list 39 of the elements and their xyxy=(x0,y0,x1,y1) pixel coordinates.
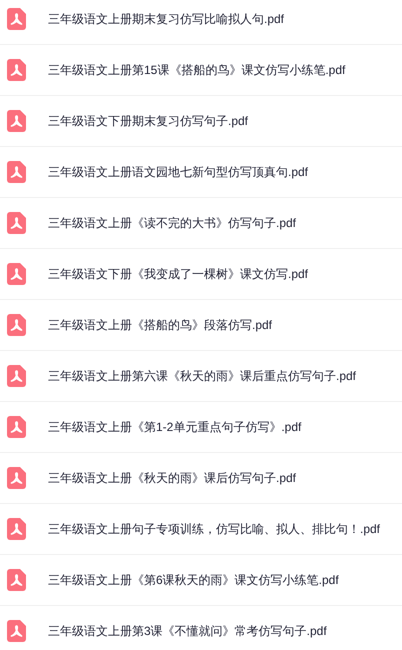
file-name: 三年级语文上册《第6课秋天的雨》课文仿写小练笔.pdf xyxy=(48,572,339,589)
pdf-file-icon xyxy=(7,212,26,234)
pdf-file-icon xyxy=(7,569,26,591)
file-row[interactable]: 三年级语文上册第15课《搭船的鸟》课文仿写小练笔.pdf xyxy=(0,45,402,96)
pdf-file-icon xyxy=(7,314,26,336)
pdf-file-icon xyxy=(7,518,26,540)
file-name: 三年级语文下册期末复习仿写句子.pdf xyxy=(48,113,248,130)
file-name: 三年级语文下册《我变成了一棵树》课文仿写.pdf xyxy=(48,266,308,283)
file-row[interactable]: 三年级语文上册期末复习仿写比喻拟人句.pdf xyxy=(0,0,402,45)
pdf-file-icon xyxy=(7,263,26,285)
file-row[interactable]: 三年级语文上册第六课《秋天的雨》课后重点仿写句子.pdf xyxy=(0,351,402,402)
file-row[interactable]: 三年级语文上册语文园地七新句型仿写顶真句.pdf xyxy=(0,147,402,198)
pdf-file-icon xyxy=(7,110,26,132)
pdf-file-icon xyxy=(7,467,26,489)
pdf-file-icon xyxy=(7,59,26,81)
pdf-file-icon xyxy=(7,365,26,387)
file-row[interactable]: 三年级语文上册《秋天的雨》课后仿写句子.pdf xyxy=(0,453,402,504)
file-row[interactable]: 三年级语文上册《搭船的鸟》段落仿写.pdf xyxy=(0,300,402,351)
pdf-file-icon xyxy=(7,416,26,438)
file-row[interactable]: 三年级语文上册《读不完的大书》仿写句子.pdf xyxy=(0,198,402,249)
pdf-file-icon xyxy=(7,161,26,183)
file-name: 三年级语文上册第15课《搭船的鸟》课文仿写小练笔.pdf xyxy=(48,62,346,79)
file-name: 三年级语文上册第六课《秋天的雨》课后重点仿写句子.pdf xyxy=(48,368,356,385)
file-name: 三年级语文上册语文园地七新句型仿写顶真句.pdf xyxy=(48,164,308,181)
file-name: 三年级语文上册《读不完的大书》仿写句子.pdf xyxy=(48,215,296,232)
file-row[interactable]: 三年级语文下册《我变成了一棵树》课文仿写.pdf xyxy=(0,249,402,300)
pdf-file-icon xyxy=(7,620,26,642)
file-row[interactable]: 三年级语文上册《第6课秋天的雨》课文仿写小练笔.pdf xyxy=(0,555,402,606)
file-name: 三年级语文上册第3课《不懂就问》常考仿写句子.pdf xyxy=(48,623,327,640)
file-name: 三年级语文上册《第1-2单元重点句子仿写》.pdf xyxy=(48,419,302,436)
file-name: 三年级语文上册《搭船的鸟》段落仿写.pdf xyxy=(48,317,272,334)
file-name: 三年级语文上册句子专项训练，仿写比喻、拟人、排比句！.pdf xyxy=(48,521,380,538)
file-name: 三年级语文上册《秋天的雨》课后仿写句子.pdf xyxy=(48,470,296,487)
file-row[interactable]: 三年级语文下册期末复习仿写句子.pdf xyxy=(0,96,402,147)
file-row[interactable]: 三年级语文上册句子专项训练，仿写比喻、拟人、排比句！.pdf xyxy=(0,504,402,555)
pdf-file-icon xyxy=(7,8,26,30)
file-row[interactable]: 三年级语文上册《第1-2单元重点句子仿写》.pdf xyxy=(0,402,402,453)
file-row[interactable]: 三年级语文上册第3课《不懂就问》常考仿写句子.pdf xyxy=(0,606,402,650)
file-name: 三年级语文上册期末复习仿写比喻拟人句.pdf xyxy=(48,11,284,28)
